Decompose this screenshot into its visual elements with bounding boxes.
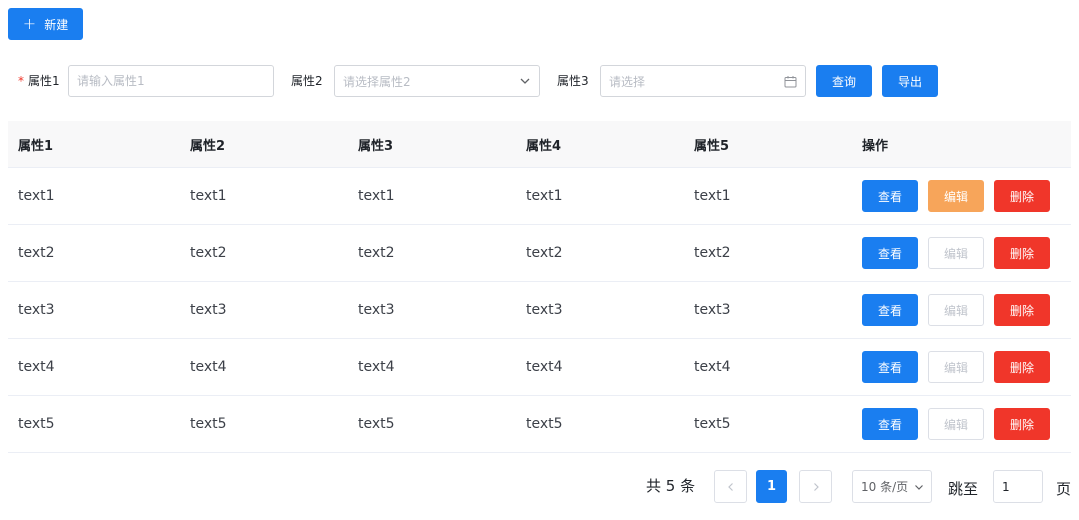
table-cell-attr5: text5 bbox=[694, 416, 731, 432]
page-size-select[interactable]: 10 条/页 bbox=[852, 470, 932, 503]
edit-button[interactable]: 编辑 bbox=[928, 294, 984, 326]
table-cell-attr2: text5 bbox=[190, 416, 227, 432]
attr3-placeholder: 请选择 bbox=[609, 74, 646, 89]
chevron-down-icon bbox=[915, 484, 924, 490]
table-header: 属性1 属性2 属性3 属性4 属性5 操作 bbox=[8, 121, 1071, 168]
table-cell-attr1: text1 bbox=[18, 188, 55, 204]
table-cell-attr5: text2 bbox=[694, 245, 731, 261]
table-cell-attr1: text5 bbox=[18, 416, 55, 432]
table-cell-attr4: text3 bbox=[526, 302, 563, 318]
table-row: text2 text2 text2 text2 text2 查看 编辑 删除 bbox=[8, 225, 1071, 282]
chevron-right-icon bbox=[813, 482, 819, 491]
attr1-field[interactable] bbox=[68, 65, 274, 97]
jump-input[interactable] bbox=[1002, 479, 1042, 494]
delete-button[interactable]: 删除 bbox=[994, 180, 1050, 212]
data-table: 属性1 属性2 属性3 属性4 属性5 操作 text1 text1 text1 te… bbox=[8, 121, 1071, 453]
chevron-down-icon bbox=[520, 78, 530, 84]
view-button[interactable]: 查看 bbox=[862, 408, 918, 440]
delete-button[interactable]: 删除 bbox=[994, 408, 1050, 440]
table-cell-attr4: text1 bbox=[526, 188, 563, 204]
total-count: 共 5 条 bbox=[646, 477, 696, 495]
table-cell-attr4: text4 bbox=[526, 359, 563, 375]
attr1-label: 属性1 bbox=[28, 74, 60, 88]
attr3-label: 属性3 bbox=[557, 74, 589, 88]
attr1-input[interactable] bbox=[77, 74, 265, 88]
export-button[interactable]: 导出 bbox=[882, 65, 938, 97]
header-attr4: 属性4 bbox=[526, 138, 562, 154]
plus-icon: + bbox=[22, 14, 37, 33]
table-cell-attr4: text5 bbox=[526, 416, 563, 432]
attr1-label-wrap: * 属性1 bbox=[18, 72, 60, 89]
table-row: text4 text4 text4 text4 text4 查看 编辑 删除 bbox=[8, 339, 1071, 396]
table-cell-attr4: text2 bbox=[526, 245, 563, 261]
table-cell-attr1: text4 bbox=[18, 359, 55, 375]
delete-button[interactable]: 删除 bbox=[994, 294, 1050, 326]
header-actions: 操作 bbox=[862, 138, 889, 154]
table-body: text1 text1 text1 text1 text1 查看 编辑 删除 text2 text… bbox=[8, 168, 1071, 453]
view-button[interactable]: 查看 bbox=[862, 294, 918, 326]
table-cell-attr2: text3 bbox=[190, 302, 227, 318]
chevron-left-icon bbox=[727, 482, 733, 491]
page-1-button[interactable]: 1 bbox=[756, 470, 787, 503]
table-cell-attr3: text1 bbox=[358, 188, 395, 204]
required-mark: * bbox=[18, 74, 24, 88]
table-cell-attr2: text4 bbox=[190, 359, 227, 375]
page-suffix: 页 bbox=[1056, 480, 1072, 498]
table-row: text5 text5 text5 text5 text5 查看 编辑 删除 bbox=[8, 396, 1071, 453]
attr3-date-picker[interactable]: 请选择 bbox=[600, 65, 806, 97]
page-size-value: 10 条/页 bbox=[861, 480, 909, 494]
header-attr2: 属性2 bbox=[190, 138, 226, 154]
edit-button[interactable]: 编辑 bbox=[928, 408, 984, 440]
header-attr5: 属性5 bbox=[694, 138, 730, 154]
new-button-label: 新建 bbox=[44, 17, 69, 32]
table-cell-attr2: text1 bbox=[190, 188, 227, 204]
view-button[interactable]: 查看 bbox=[862, 180, 918, 212]
attr2-select[interactable]: 请选择属性2 bbox=[334, 65, 540, 97]
view-button[interactable]: 查看 bbox=[862, 237, 918, 269]
query-button[interactable]: 查询 bbox=[816, 65, 872, 97]
prev-page-button[interactable] bbox=[714, 470, 747, 503]
edit-button[interactable]: 编辑 bbox=[928, 351, 984, 383]
edit-button[interactable]: 编辑 bbox=[928, 180, 984, 212]
table-cell-attr3: text4 bbox=[358, 359, 395, 375]
table-cell-attr2: text2 bbox=[190, 245, 227, 261]
table-cell-attr1: text2 bbox=[18, 245, 55, 261]
table-row: text3 text3 text3 text3 text3 查看 编辑 删除 bbox=[8, 282, 1071, 339]
table-cell-attr3: text2 bbox=[358, 245, 395, 261]
delete-button[interactable]: 删除 bbox=[994, 351, 1050, 383]
table-row: text1 text1 text1 text1 text1 查看 编辑 删除 bbox=[8, 168, 1071, 225]
header-attr3: 属性3 bbox=[358, 138, 394, 154]
edit-button[interactable]: 编辑 bbox=[928, 237, 984, 269]
table-cell-attr3: text5 bbox=[358, 416, 395, 432]
table-cell-attr3: text3 bbox=[358, 302, 395, 318]
table-cell-attr5: text1 bbox=[694, 188, 731, 204]
table-cell-attr1: text3 bbox=[18, 302, 55, 318]
jump-input-box[interactable] bbox=[993, 470, 1043, 503]
attr2-label: 属性2 bbox=[291, 74, 323, 88]
jump-label: 跳至 bbox=[948, 480, 979, 498]
attr2-placeholder: 请选择属性2 bbox=[343, 74, 411, 89]
table-cell-attr5: text4 bbox=[694, 359, 731, 375]
next-page-button[interactable] bbox=[799, 470, 832, 503]
table-cell-attr5: text3 bbox=[694, 302, 731, 318]
view-button[interactable]: 查看 bbox=[862, 351, 918, 383]
new-button[interactable]: + 新建 bbox=[8, 8, 83, 40]
delete-button[interactable]: 删除 bbox=[994, 237, 1050, 269]
header-attr1: 属性1 bbox=[18, 138, 54, 154]
calendar-icon bbox=[784, 75, 797, 87]
